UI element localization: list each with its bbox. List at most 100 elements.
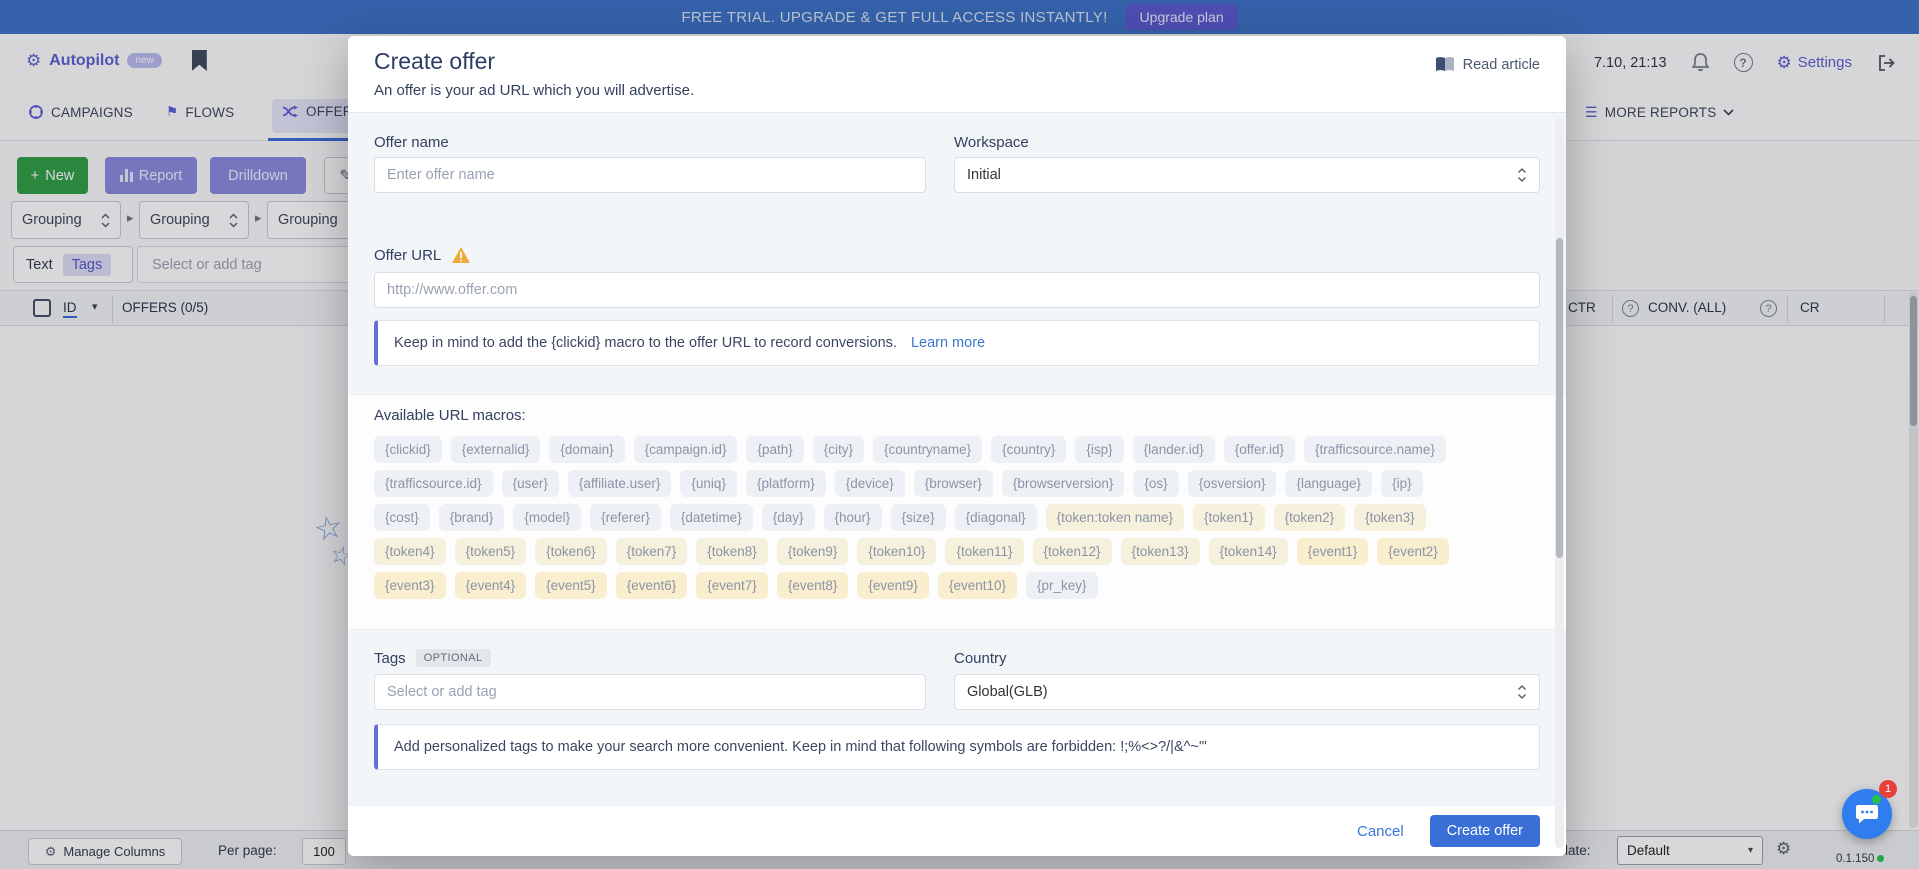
country-select[interactable]: Global(GLB) [954,674,1540,710]
macro-chip[interactable]: {externalid} [451,436,541,463]
read-article-link[interactable]: Read article [1435,56,1540,73]
offer-name-input[interactable] [374,157,926,193]
macro-chip[interactable]: {domain} [549,436,624,463]
macro-chip[interactable]: {token1} [1193,504,1265,531]
macro-chip[interactable]: {token11} [945,538,1023,565]
country-select-value: Global(GLB) [967,684,1048,700]
tags-note: Add personalized tags to make your searc… [374,724,1540,770]
offer-url-label: Offer URL [374,246,1540,264]
modal-section-tags: Tags OPTIONAL Country Global(GLB) [348,630,1566,806]
macro-chip[interactable]: {event6} [616,572,688,599]
chat-widget-button[interactable]: 1 [1842,789,1892,839]
macro-chip[interactable]: {event7} [696,572,768,599]
macro-chip[interactable]: {offer.id} [1224,436,1295,463]
macro-chip[interactable]: {token7} [616,538,688,565]
macro-chip[interactable]: {token9} [777,538,849,565]
macro-chip[interactable]: {event3} [374,572,446,599]
workspace-label: Workspace [954,133,1540,151]
macro-chip[interactable]: {referer} [590,504,661,531]
macro-chip[interactable]: {hour} [824,504,882,531]
macro-chip[interactable]: {token8} [696,538,768,565]
macro-chip[interactable]: {token6} [535,538,607,565]
macro-chip[interactable]: {path} [746,436,803,463]
macro-chip[interactable]: {affiliate.user} [568,470,672,497]
optional-badge: OPTIONAL [416,649,491,667]
chat-unread-badge: 1 [1879,780,1897,798]
macro-chip[interactable]: {campaign.id} [634,436,738,463]
modal-subtitle: An offer is your ad URL which you will a… [374,82,1540,99]
macro-chip[interactable]: {user} [502,470,559,497]
book-icon [1435,56,1455,73]
macro-chip[interactable]: {event10} [938,572,1017,599]
tags-label: Tags OPTIONAL [374,649,926,667]
modal-footer: Cancel Create offer [348,806,1566,856]
macro-chip[interactable]: {diagonal} [955,504,1037,531]
read-article-label: Read article [1463,57,1540,73]
macro-chip[interactable]: {datetime} [670,504,753,531]
macro-chip[interactable]: {token14} [1209,538,1288,565]
tags-note-text: Add personalized tags to make your searc… [394,739,1207,755]
macro-chip[interactable]: {token2} [1274,504,1346,531]
macro-chip[interactable]: {token4} [374,538,446,565]
macro-chip[interactable]: {browserversion} [1002,470,1125,497]
macro-chip[interactable]: {event1} [1297,538,1369,565]
macro-chip-row: {cost} {brand} {model} {referer} {datetime} {… [374,504,1540,531]
tags-input[interactable] [374,674,926,710]
macro-chip[interactable]: {brand} [439,504,505,531]
macro-chip[interactable]: {size} [891,504,946,531]
macro-chip[interactable]: {trafficsource.id} [374,470,493,497]
stepper-icon [1517,684,1527,700]
macro-chip[interactable]: {ip} [1381,470,1423,497]
workspace-select[interactable]: Initial [954,157,1540,193]
modal-title: Create offer [374,48,1540,75]
app-screen: FREE TRIAL. UPGRADE & GET FULL ACCESS IN… [0,0,1919,869]
macro-chip[interactable]: {cost} [374,504,430,531]
macro-chip[interactable]: {clickid} [374,436,442,463]
macro-chip[interactable]: {event5} [535,572,607,599]
macro-chip-list: {clickid} {externalid} {domain} {campaign.i… [374,436,1540,599]
modal-scrollbar-thumb[interactable] [1556,238,1563,558]
macro-chip[interactable]: {event9} [857,572,929,599]
macro-chip-row: {event3} {event4} {event5} {event6} {event7}… [374,572,1540,599]
stepper-icon [1517,167,1527,183]
macro-chip[interactable]: {model} [513,504,581,531]
macro-chip[interactable]: {device} [835,470,905,497]
macro-chip[interactable]: {day} [762,504,815,531]
macro-chip[interactable]: {token3} [1354,504,1426,531]
workspace-select-value: Initial [967,167,1001,183]
chat-online-dot [1872,795,1881,804]
modal-scrollbar[interactable] [1555,118,1564,848]
macro-chip[interactable]: {isp} [1075,436,1123,463]
macro-chip[interactable]: {lander.id} [1133,436,1215,463]
macro-chip[interactable]: {country} [991,436,1066,463]
cancel-button[interactable]: Cancel [1357,823,1404,840]
macros-heading: Available URL macros: [374,407,1540,424]
offer-url-input[interactable] [374,272,1540,308]
create-offer-modal: Create offer An offer is your ad URL whi… [348,36,1566,856]
create-offer-button[interactable]: Create offer [1430,815,1540,847]
macro-chip[interactable]: {trafficsource.name} [1304,436,1446,463]
macro-chip-row: {token4} {token5} {token6} {token7} {token8}… [374,538,1540,565]
learn-more-link[interactable]: Learn more [911,335,985,351]
macro-chip[interactable]: {event4} [455,572,527,599]
chat-icon [1855,803,1879,825]
macro-chip[interactable]: {countryname} [873,436,982,463]
macro-chip[interactable]: {uniq} [680,470,737,497]
macro-chip[interactable]: {token10} [857,538,936,565]
macro-chip[interactable]: {pr_key} [1026,572,1098,599]
macro-chip[interactable]: {city} [813,436,864,463]
macro-chip[interactable]: {event2} [1377,538,1449,565]
macro-chip[interactable]: {event8} [777,572,849,599]
macro-chip[interactable]: {osversion} [1188,470,1277,497]
macro-chip[interactable]: {platform} [746,470,826,497]
macro-chip[interactable]: {language} [1285,470,1372,497]
macro-chip[interactable]: {token5} [455,538,527,565]
macro-chip[interactable]: {os} [1133,470,1178,497]
macro-chip-row: {trafficsource.id} {user} {affiliate.user}… [374,470,1540,497]
macro-chip[interactable]: {token:token name} [1046,504,1184,531]
macro-chip[interactable]: {token12} [1033,538,1112,565]
modal-header: Create offer An offer is your ad URL whi… [348,36,1566,113]
macro-chip-row: {clickid} {externalid} {domain} {campaign.i… [374,436,1540,463]
macro-chip[interactable]: {browser} [914,470,993,497]
macro-chip[interactable]: {token13} [1121,538,1200,565]
